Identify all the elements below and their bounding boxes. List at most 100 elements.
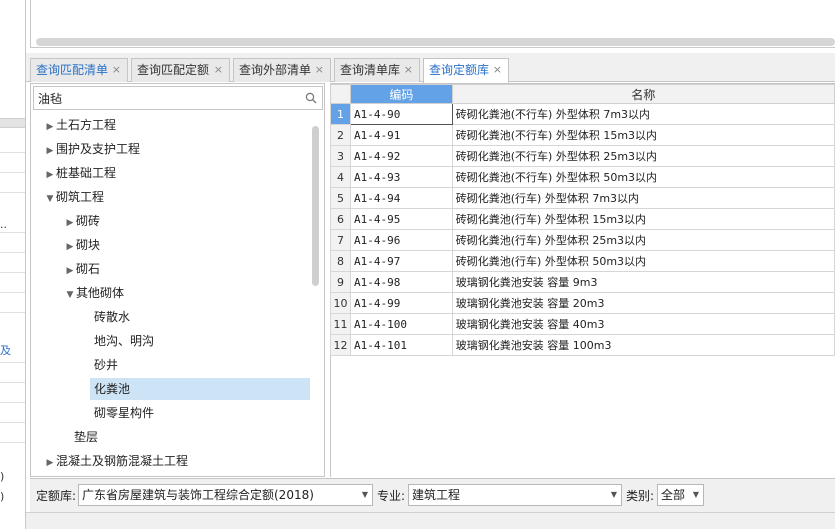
table-row[interactable]: 11 A1-4-100 玻璃钢化粪池安装 容量 40m3	[330, 313, 835, 335]
close-icon[interactable]: ×	[493, 59, 502, 81]
tree-node-label: 围护及支护工程	[56, 142, 141, 156]
name-cell[interactable]: 砖砌化粪池(不行车) 外型体积 15m3以内	[451, 124, 835, 146]
major-select[interactable]: 建筑工程 ▼	[408, 484, 622, 506]
code-cell[interactable]: A1-4-94	[349, 187, 453, 209]
tree-node[interactable]: 垫层	[74, 426, 98, 448]
expand-arrow-icon[interactable]: ▶	[64, 260, 76, 282]
name-cell[interactable]: 砖砌化粪池(不行车) 外型体积 50m3以内	[451, 166, 835, 188]
table-row[interactable]: 4 A1-4-93 砖砌化粪池(不行车) 外型体积 50m3以内	[330, 166, 835, 188]
table-row[interactable]: 2 A1-4-91 砖砌化粪池(不行车) 外型体积 15m3以内	[330, 124, 835, 146]
expand-arrow-icon[interactable]: ▶	[44, 164, 56, 186]
code-cell[interactable]: A1-4-98	[349, 271, 453, 293]
close-icon[interactable]: ×	[404, 59, 413, 81]
collapse-arrow-icon[interactable]: ▼	[64, 284, 76, 306]
expand-arrow-icon[interactable]: ▶	[44, 116, 56, 138]
tree-node[interactable]: ▶ 土石方工程	[44, 114, 116, 136]
tab-bar: 查询匹配清单 × 查询匹配定额 × 查询外部清单 × 查询清单库 × 查询定额库…	[26, 53, 835, 83]
category-select-value: 全部	[661, 488, 686, 502]
tree-node-selected[interactable]: 化粪池	[90, 378, 310, 400]
code-column-header[interactable]: 编码	[349, 84, 453, 104]
code-cell[interactable]: A1-4-91	[349, 124, 453, 146]
table-row[interactable]: 3 A1-4-92 砖砌化粪池(不行车) 外型体积 25m3以内	[330, 145, 835, 167]
tree-node[interactable]: ▶ 桩基础工程	[44, 162, 116, 184]
tree-node[interactable]: ▶ 砌块	[64, 234, 100, 256]
expand-arrow-icon[interactable]: ▶	[64, 212, 76, 234]
code-cell[interactable]: A1-4-92	[349, 145, 453, 167]
table-row[interactable]: 9 A1-4-98 玻璃钢化粪池安装 容量 9m3	[330, 271, 835, 293]
table-row[interactable]: 10 A1-4-99 玻璃钢化粪池安装 容量 20m3	[330, 292, 835, 314]
tab-label: 查询外部清单	[239, 63, 312, 77]
tree-node-label: 砂井	[94, 358, 119, 372]
tree-node[interactable]: ▶ 围护及支护工程	[44, 138, 140, 160]
name-cell[interactable]: 砖砌化粪池(不行车) 外型体积 25m3以内	[451, 145, 835, 167]
table-row[interactable]: 8 A1-4-97 砖砌化粪池(行车) 外型体积 50m3以内	[330, 250, 835, 272]
tree-node[interactable]: 砖散水	[94, 306, 130, 328]
expand-arrow-icon[interactable]: ▶	[44, 140, 56, 162]
name-cell[interactable]: 玻璃钢化粪池安装 容量 40m3	[451, 313, 835, 335]
name-cell[interactable]: 砖砌化粪池(行车) 外型体积 7m3以内	[451, 187, 835, 209]
row-number: 4	[330, 166, 351, 188]
search-input[interactable]	[34, 87, 294, 109]
left-panel-row	[0, 442, 25, 443]
code-cell[interactable]: A1-4-100	[349, 313, 453, 335]
chevron-down-icon: ▼	[361, 490, 368, 499]
category-select[interactable]: 全部 ▼	[657, 484, 704, 506]
expand-arrow-icon[interactable]: ▶	[44, 452, 56, 474]
tree-node-label: 土石方工程	[56, 118, 117, 132]
table-row[interactable]: 6 A1-4-95 砖砌化粪池(行车) 外型体积 15m3以内	[330, 208, 835, 230]
name-cell[interactable]: 砖砌化粪池(行车) 外型体积 15m3以内	[451, 208, 835, 230]
tree-node[interactable]: 砂井	[94, 354, 118, 376]
name-column-header[interactable]: 名称	[451, 84, 835, 104]
code-cell[interactable]: A1-4-99	[349, 292, 453, 314]
code-cell[interactable]: A1-4-97	[349, 250, 453, 272]
chevron-down-icon: ▼	[610, 490, 617, 499]
table-row[interactable]: 7 A1-4-96 砖砌化粪池(行车) 外型体积 25m3以内	[330, 229, 835, 251]
tree-node[interactable]: ▶ 混凝土及钢筋混凝土工程	[44, 450, 188, 472]
code-cell[interactable]: A1-4-96	[349, 229, 453, 251]
close-icon[interactable]: ×	[214, 59, 223, 81]
tree-node[interactable]: 砌零星构件	[94, 402, 154, 424]
name-cell[interactable]: 玻璃钢化粪池安装 容量 100m3	[451, 334, 835, 356]
tree-node[interactable]: ▼ 砌筑工程	[44, 186, 104, 208]
tree-node[interactable]: ▼ 其他砌体	[64, 282, 124, 304]
search-icon[interactable]	[305, 92, 317, 104]
top-horizontal-scrollbar[interactable]	[36, 38, 835, 46]
tab-query-matched-list[interactable]: 查询匹配清单 ×	[30, 58, 128, 82]
row-number: 6	[330, 208, 351, 230]
name-cell[interactable]: 砖砌化粪池(不行车) 外型体积 7m3以内	[451, 103, 835, 125]
tree-node[interactable]: ▶ 砌石	[64, 258, 100, 280]
tree-node[interactable]: 地沟、明沟	[94, 330, 154, 352]
code-cell[interactable]: A1-4-93	[349, 166, 453, 188]
code-cell[interactable]: A1-4-101	[349, 334, 453, 356]
code-cell[interactable]: A1-4-90	[349, 103, 453, 125]
library-select[interactable]: 广东省房屋建筑与装饰工程综合定额(2018) ▼	[78, 484, 373, 506]
left-panel-row	[0, 152, 25, 153]
close-icon[interactable]: ×	[112, 59, 121, 81]
left-adjacent-panel: .. 及 ) )	[0, 0, 26, 529]
expand-arrow-icon[interactable]: ▶	[64, 236, 76, 258]
close-icon[interactable]: ×	[315, 59, 324, 81]
table-row[interactable]: 1 A1-4-90 砖砌化粪池(不行车) 外型体积 7m3以内	[330, 103, 835, 125]
left-panel-row	[0, 272, 25, 273]
tree-node[interactable]: ▶ 砌砖	[64, 210, 100, 232]
code-cell[interactable]: A1-4-95	[349, 208, 453, 230]
tab-query-matched-quota[interactable]: 查询匹配定额 ×	[131, 58, 230, 82]
collapse-arrow-icon[interactable]: ▼	[44, 188, 56, 210]
tree-node-label: 垫层	[74, 430, 99, 444]
name-cell[interactable]: 砖砌化粪池(行车) 外型体积 25m3以内	[451, 229, 835, 251]
row-number: 3	[330, 145, 351, 167]
tree-node-label: 其他砌体	[76, 286, 125, 300]
tab-query-list-library[interactable]: 查询清单库 ×	[334, 58, 420, 82]
tree-vertical-scrollbar[interactable]	[312, 126, 319, 286]
tab-query-quota-library[interactable]: 查询定额库 ×	[423, 58, 509, 83]
table-header-row: 编码 名称	[330, 84, 835, 104]
name-cell[interactable]: 砖砌化粪池(行车) 外型体积 50m3以内	[451, 250, 835, 272]
library-select-value: 广东省房屋建筑与装饰工程综合定额(2018)	[82, 488, 314, 502]
tree-node-label: 混凝土及钢筋混凝土工程	[56, 454, 189, 468]
table-row[interactable]: 5 A1-4-94 砖砌化粪池(行车) 外型体积 7m3以内	[330, 187, 835, 209]
major-select-value: 建筑工程	[412, 488, 461, 502]
tab-query-external-list[interactable]: 查询外部清单 ×	[233, 58, 331, 82]
name-cell[interactable]: 玻璃钢化粪池安装 容量 20m3	[451, 292, 835, 314]
name-cell[interactable]: 玻璃钢化粪池安装 容量 9m3	[451, 271, 835, 293]
table-row[interactable]: 12 A1-4-101 玻璃钢化粪池安装 容量 100m3	[330, 334, 835, 356]
